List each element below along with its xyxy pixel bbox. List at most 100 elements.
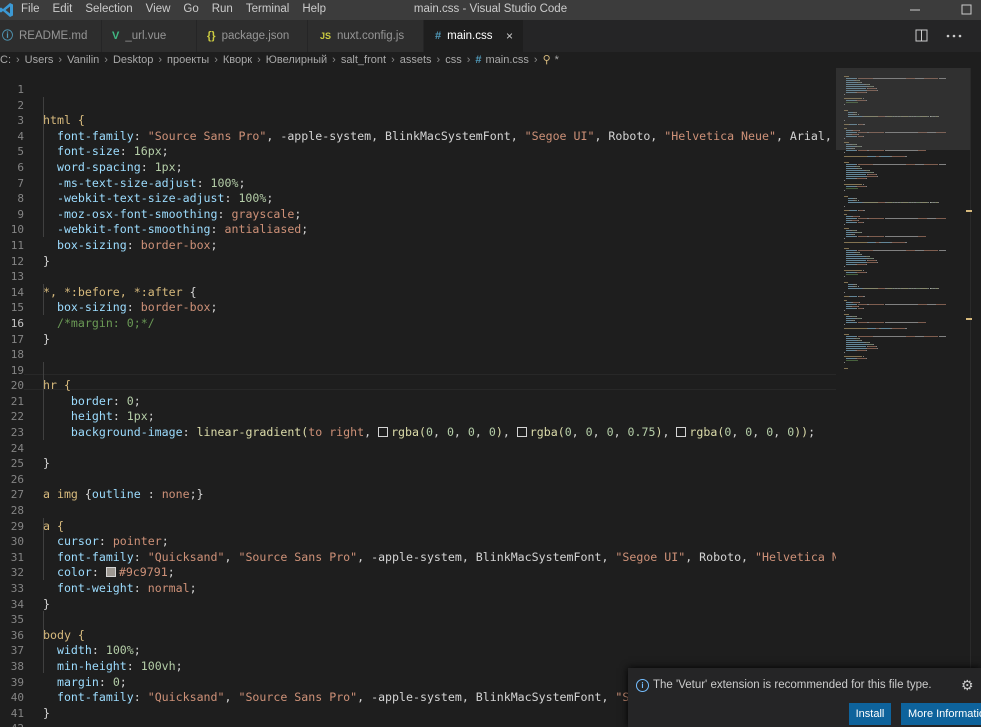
more-actions-button[interactable]: [944, 20, 964, 52]
code-token: 16px: [133, 144, 162, 159]
breadcrumb-item[interactable]: css: [445, 54, 462, 66]
minimap-stroke: [856, 186, 866, 187]
more-information-button[interactable]: More Information: [901, 703, 981, 725]
line-number: 1: [17, 83, 24, 96]
tab-readme[interactable]: ⓘ README.md: [0, 20, 102, 52]
code-token: "Helvetica Neue": [664, 128, 776, 143]
minimap[interactable]: [836, 68, 970, 727]
vertical-scrollbar[interactable]: [966, 68, 981, 727]
minimap-stroke: [877, 262, 879, 263]
minimap-stroke: [867, 176, 878, 177]
minimap-stroke: [845, 222, 856, 223]
breadcrumb-item[interactable]: salt_front: [341, 54, 386, 66]
breadcrumb-item[interactable]: Кворк: [223, 54, 252, 66]
code-token: :: [196, 175, 211, 190]
color-swatch[interactable]: [378, 427, 389, 438]
line-number: 18: [10, 348, 24, 362]
code-editor[interactable]: 1 2 3 4 5 6 7 8 9 10 11 12 13 14 15 16 17 18 19 20 21 22 23 24 2…: [0, 68, 836, 727]
breadcrumb-file[interactable]: main.css: [486, 54, 529, 66]
minimap-stroke: [862, 308, 864, 309]
minimap-stroke: [845, 348, 866, 349]
minimap-stroke: [844, 282, 848, 283]
code-token: :: [224, 191, 239, 206]
code-line: font-weight: normal;: [43, 581, 836, 597]
gear-icon[interactable]: ⚙: [961, 677, 974, 694]
tab-main-css[interactable]: # main.css ×: [424, 20, 524, 52]
minimap-slider[interactable]: [836, 68, 970, 150]
maximize-button[interactable]: [952, 0, 981, 20]
tab-package-json[interactable]: {} package.json: [197, 20, 308, 52]
minimap-stroke: [861, 340, 862, 341]
code-token: linear-gradient(: [196, 425, 309, 440]
color-swatch[interactable]: [516, 427, 527, 438]
color-swatch[interactable]: [676, 427, 687, 438]
code-token: :: [210, 222, 225, 237]
minimap-stroke: [862, 356, 864, 357]
code-token: , -apple-system, BlinkMacSystemFont,: [357, 549, 616, 564]
minimap-stroke: [856, 356, 862, 357]
symbol-icon: ⚲: [542, 54, 551, 66]
code-token: rgba(: [391, 425, 426, 440]
minimap-stroke: [924, 336, 939, 337]
minimap-stroke: [884, 218, 918, 219]
code-token: -ms-text-size-adjust: [43, 175, 197, 190]
code-token: }: [43, 331, 50, 346]
code-token: :: [217, 206, 232, 221]
tab-nuxt-config[interactable]: JS nuxt.config.js: [308, 20, 424, 52]
line-number: 26: [10, 472, 24, 486]
minimap-stroke: [844, 362, 845, 363]
minimap-stroke: [872, 344, 874, 345]
breadcrumb-item[interactable]: assets: [400, 54, 432, 66]
code-token: ,: [731, 425, 746, 440]
breadcrumb-symbol[interactable]: *: [555, 54, 559, 66]
code-line: font-size: 16px;: [43, 144, 836, 160]
minimap-stroke: [856, 270, 862, 271]
breadcrumb-drive[interactable]: C:: [0, 54, 11, 66]
code-token: font-family: [43, 128, 134, 143]
color-swatch[interactable]: [105, 567, 116, 578]
minimap-stroke: [867, 348, 878, 349]
install-button[interactable]: Install: [849, 703, 891, 725]
minimap-stroke: [937, 288, 939, 289]
minimap-stroke: [844, 276, 845, 277]
minimap-stroke: [857, 250, 873, 251]
minimap-stroke: [876, 174, 878, 175]
code-token: ,: [432, 425, 447, 440]
code-token: , -apple-system, BlinkMacSystemFont,: [357, 690, 616, 705]
line-number: 32: [10, 566, 24, 580]
minimap-stroke: [861, 254, 862, 255]
code-token: 0.75: [627, 425, 656, 440]
line-number: 39: [10, 675, 24, 689]
minimap-stroke: [880, 156, 890, 157]
code-token: ,: [502, 425, 517, 440]
breadcrumb-item[interactable]: проекты: [167, 54, 209, 66]
minimap-stroke: [844, 300, 847, 301]
minimap-stroke: [856, 184, 862, 185]
line-numbers: 1 2 3 4 5 6 7 8 9 10 11 12 13 14 15 16 17 18 19 20 21 22 23 24 2…: [0, 82, 24, 727]
minimize-button[interactable]: [900, 0, 930, 20]
breadcrumb-item[interactable]: Users: [25, 54, 54, 66]
minimap-stroke: [850, 210, 857, 211]
breadcrumb-item[interactable]: Ювелирный: [266, 54, 327, 66]
line-number: 40: [10, 691, 24, 705]
tab-label: main.css: [447, 30, 493, 42]
line-number: 9: [17, 207, 24, 221]
minimap-stroke: [869, 218, 885, 219]
breadcrumb-item[interactable]: Vanilin: [67, 54, 99, 66]
code-token: {: [84, 487, 92, 502]
split-editor-button[interactable]: [914, 20, 930, 52]
minimap-stroke: [862, 184, 864, 185]
minimap-stroke: [935, 218, 946, 219]
line-number: 17: [10, 332, 24, 346]
close-tab-icon[interactable]: ×: [506, 20, 513, 52]
minimap-stroke: [855, 230, 857, 231]
minimap-stroke: [876, 346, 878, 347]
code-token: :: [91, 565, 106, 580]
code-content[interactable]: html { font-family: "Source Sans Pro", -…: [43, 82, 836, 727]
tab-url-vue[interactable]: V _url.vue: [102, 20, 197, 52]
minimap-stroke: [845, 262, 866, 263]
code-token: a {: [43, 518, 64, 533]
breadcrumb-item[interactable]: Desktop: [113, 54, 153, 66]
